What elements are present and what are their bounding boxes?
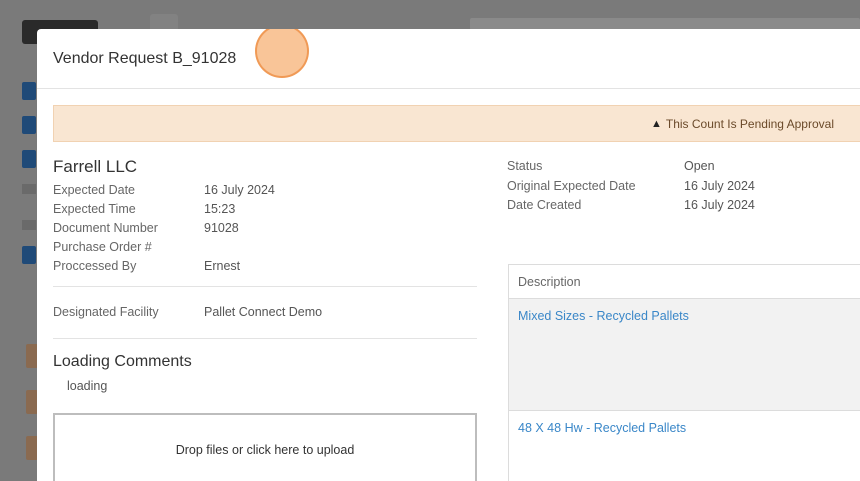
background-sidebar-item — [22, 116, 36, 134]
alert-text: This Count Is Pending Approval — [665, 116, 834, 131]
status-label: Status — [507, 159, 543, 173]
background-sidebar-item — [22, 150, 36, 168]
detail-row: Expected Time 15:23 — [53, 200, 477, 219]
facility-row: Designated Facility Pallet Connect Demo — [53, 297, 477, 328]
status-row: Status Open — [507, 157, 860, 177]
warning-icon: ▲ — [651, 117, 662, 130]
status-value: Open — [684, 159, 715, 173]
items-table: Description Mixed Sizes - Recycled Palle… — [508, 264, 860, 481]
vendor-request-modal: Vendor Request B_91028 ▲ This Count Is P… — [37, 29, 860, 481]
table-row: 48 X 48 Hw - Recycled Pallets — [509, 411, 860, 481]
facility-value: Pallet Connect Demo — [204, 305, 323, 319]
detail-label: Expected Time — [53, 202, 136, 216]
detail-label: Purchase Order # — [53, 240, 152, 254]
modal-header: Vendor Request B_91028 — [37, 29, 860, 89]
upload-label: Drop files or click here to upload — [175, 443, 355, 457]
detail-value: 16 July 2024 — [204, 183, 275, 197]
vendor-details: Farrell LLC Expected Date 16 July 2024 E… — [53, 157, 477, 481]
background-sidebar-item — [22, 184, 36, 194]
click-indicator — [255, 29, 309, 78]
background-sidebar-item — [22, 82, 36, 100]
detail-label: Expected Date — [53, 183, 135, 197]
detail-label: Document Number — [53, 221, 158, 235]
background-sidebar-item — [22, 220, 36, 230]
comments-text: loading — [67, 379, 108, 393]
modal-title: Vendor Request B_91028 — [53, 49, 237, 67]
detail-label: Proccessed By — [53, 259, 137, 273]
status-label: Original Expected Date — [507, 178, 636, 193]
detail-row: Document Number 91028 — [53, 219, 477, 238]
comments-heading: Loading Comments — [53, 353, 192, 370]
status-details: Status Open Original Expected Date 16 Ju… — [507, 157, 860, 216]
status-value: 16 July 2024 — [684, 178, 755, 193]
status-row: Original Expected Date 16 July 2024 — [507, 177, 860, 197]
detail-row: Expected Date 16 July 2024 — [53, 181, 477, 200]
pending-approval-alert: ▲ This Count Is Pending Approval — [53, 105, 860, 142]
detail-row: Purchase Order # — [53, 238, 477, 257]
file-upload-dropzone[interactable]: Drop files or click here to upload — [53, 413, 477, 481]
table-header: Description — [509, 265, 860, 299]
vendor-name: Farrell LLC — [53, 157, 138, 176]
detail-value: 15:23 — [204, 202, 236, 216]
divider — [53, 286, 477, 287]
status-label: Date Created — [507, 198, 582, 212]
item-link[interactable]: 48 X 48 Hw - Recycled Pallets — [518, 421, 686, 435]
status-row: Date Created 16 July 2024 — [507, 196, 860, 216]
background-sidebar-item — [22, 246, 36, 264]
divider — [53, 338, 477, 339]
table-row: Mixed Sizes - Recycled Pallets — [509, 299, 860, 411]
detail-row: Proccessed By Ernest — [53, 257, 477, 276]
detail-value: Ernest — [204, 259, 241, 273]
item-link[interactable]: Mixed Sizes - Recycled Pallets — [518, 309, 689, 323]
description-column-header: Description — [518, 274, 581, 289]
facility-label: Designated Facility — [53, 305, 159, 319]
status-value: 16 July 2024 — [684, 198, 755, 212]
detail-value: 91028 — [204, 221, 239, 235]
